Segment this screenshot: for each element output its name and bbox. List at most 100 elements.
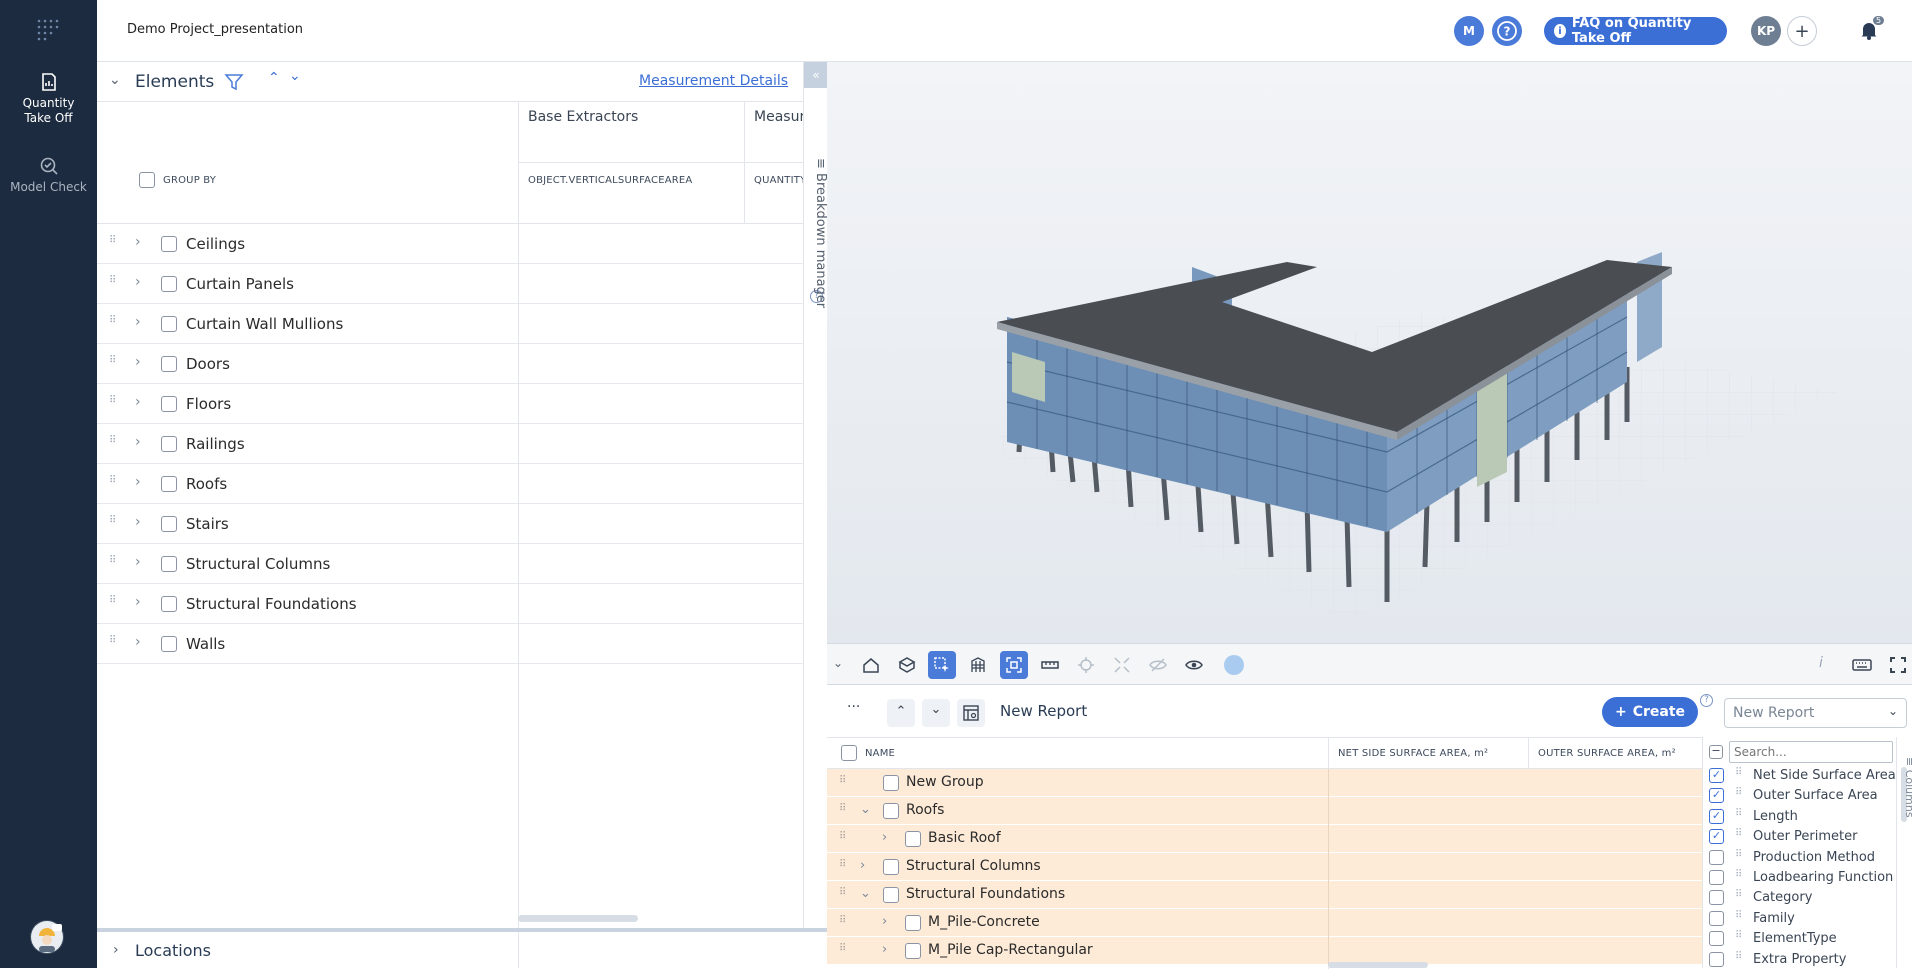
report-row[interactable]: ⠿ ⌄ Structural Foundations — [827, 881, 1702, 909]
view-cube-button[interactable] — [893, 651, 921, 679]
chevron-right-icon[interactable]: › — [135, 234, 141, 250]
measure-button[interactable] — [1036, 651, 1064, 679]
keyboard-button[interactable] — [1848, 651, 1876, 679]
expand-all-icon[interactable]: ⌄ — [289, 68, 301, 84]
column-option[interactable]: ✓ ⠿ Outer Surface Area — [1703, 786, 1903, 806]
column-option[interactable]: ⠿ Loadbearing Function — [1703, 868, 1903, 888]
report-select[interactable]: New Report ⌄ — [1724, 698, 1907, 728]
column-title[interactable]: Measur — [754, 109, 803, 125]
chevron-right-icon[interactable]: › — [135, 434, 141, 450]
chevron-right-icon[interactable]: › — [135, 314, 141, 330]
element-row[interactable]: ⠿ › Roofs — [97, 464, 803, 504]
column-option[interactable]: ✓ ⠿ Outer Perimeter — [1703, 827, 1903, 847]
element-row[interactable]: ⠿ › Structural Foundations — [97, 584, 803, 624]
column-option-checkbox[interactable] — [1709, 849, 1724, 865]
column-option-checkbox[interactable] — [1709, 890, 1724, 906]
chevron-right-icon[interactable]: › — [135, 554, 141, 570]
expand-all-button[interactable]: ⌄ — [922, 699, 950, 727]
horizontal-scrollbar[interactable] — [1328, 962, 1428, 968]
column-option[interactable]: ⠿ Category — [1703, 888, 1903, 908]
element-row[interactable]: ⠿ › Doors — [97, 344, 803, 384]
drag-handle-icon[interactable]: ⠿ — [109, 436, 121, 448]
hide-button[interactable] — [1144, 651, 1172, 679]
drag-handle-icon[interactable]: ⠿ — [1735, 829, 1743, 839]
notifications-button[interactable]: 5 — [1859, 16, 1885, 44]
columns-search-input[interactable] — [1729, 741, 1893, 763]
row-checkbox[interactable] — [161, 636, 177, 652]
project-title[interactable]: Demo Project_presentation — [127, 22, 303, 37]
chevron-right-icon[interactable]: › — [135, 354, 141, 370]
drag-handle-icon[interactable]: ⠿ — [109, 596, 121, 608]
column-header-outer-surface[interactable]: OUTER SURFACE AREA, m² — [1538, 748, 1676, 759]
column-option[interactable]: ⠿ ElementType — [1703, 929, 1903, 949]
chevron-right-icon[interactable]: › — [860, 858, 865, 873]
row-checkbox[interactable] — [161, 236, 177, 252]
row-checkbox[interactable] — [161, 596, 177, 612]
drag-handle-icon[interactable]: ⠿ — [1735, 808, 1743, 818]
fit-view-button[interactable] — [1000, 651, 1028, 679]
measurement-details-link[interactable]: Measurement Details — [639, 73, 788, 89]
user-m-avatar[interactable]: M — [1454, 16, 1484, 46]
row-checkbox[interactable] — [161, 436, 177, 452]
select-all-checkbox[interactable] — [841, 745, 857, 761]
drag-handle-icon[interactable]: ⠿ — [1735, 951, 1743, 961]
row-checkbox[interactable] — [161, 476, 177, 492]
explode-button[interactable] — [1108, 651, 1136, 679]
column-option-checkbox[interactable]: ✓ — [1709, 808, 1724, 824]
select-box-button[interactable] — [928, 651, 956, 679]
drag-handle-icon[interactable]: ⠿ — [1735, 849, 1743, 859]
columns-select-all-checkbox[interactable]: − — [1709, 745, 1723, 759]
drag-handle-icon[interactable]: ⠿ — [1735, 890, 1743, 900]
chevron-right-icon[interactable]: › — [135, 634, 141, 650]
drag-handle-icon[interactable]: ⠿ — [109, 476, 121, 488]
column-option-checkbox[interactable] — [1709, 931, 1724, 947]
drag-handle-icon[interactable]: ⠿ — [839, 860, 847, 870]
select-all-checkbox[interactable] — [139, 172, 155, 188]
show-button[interactable] — [1180, 651, 1208, 679]
report-row[interactable]: ⠿ ⌄ Roofs — [827, 797, 1702, 825]
add-user-button[interactable]: + — [1787, 16, 1817, 46]
info-italic-icon[interactable]: i — [1819, 655, 1823, 671]
drag-handle-icon[interactable]: ⠿ — [109, 516, 121, 528]
chevron-down-icon[interactable]: ⌄ — [860, 886, 871, 901]
report-row[interactable]: ⠿ › Basic Roof — [827, 825, 1702, 853]
more-menu-button[interactable]: ··· — [847, 699, 860, 715]
row-checkbox[interactable] — [905, 943, 921, 959]
create-button[interactable]: + Create — [1602, 697, 1698, 727]
element-row[interactable]: ⠿ › Walls — [97, 624, 803, 664]
collapse-all-button[interactable]: ⌃ — [887, 699, 915, 727]
sidebar-item-model-check[interactable]: Model Check — [0, 156, 97, 195]
row-checkbox[interactable] — [883, 859, 899, 875]
drag-handle-icon[interactable]: ⠿ — [109, 396, 121, 408]
column-option[interactable]: ✓ ⠿ Length — [1703, 807, 1903, 827]
color-picker-button[interactable] — [1224, 655, 1244, 675]
chevron-right-icon[interactable]: › — [135, 594, 141, 610]
row-checkbox[interactable] — [905, 915, 921, 931]
column-option-checkbox[interactable] — [1709, 951, 1724, 967]
collapse-all-icon[interactable]: ⌃ — [268, 70, 280, 86]
drag-handle-icon[interactable]: ⠿ — [839, 944, 847, 954]
column-option-checkbox[interactable]: ✓ — [1709, 829, 1724, 845]
model-viewer[interactable] — [827, 62, 1912, 643]
element-row[interactable]: ⠿ › Stairs — [97, 504, 803, 544]
chevron-right-icon[interactable]: › — [135, 514, 141, 530]
column-option[interactable]: ⠿ Family — [1703, 909, 1903, 929]
app-logo-icon[interactable] — [36, 18, 60, 42]
collapse-toolbar-icon[interactable]: ⌄ — [833, 656, 843, 670]
drag-handle-icon[interactable]: ⠿ — [839, 832, 847, 842]
building-model[interactable] — [827, 62, 1912, 643]
faq-button[interactable]: i FAQ on Quantity Take Off — [1544, 16, 1727, 46]
report-row[interactable]: ⠿ › M_Pile Cap-Rectangular — [827, 937, 1702, 965]
drag-handle-icon[interactable]: ⠿ — [109, 556, 121, 568]
drag-handle-icon[interactable]: ⠿ — [839, 804, 847, 814]
chevron-right-icon[interactable]: › — [135, 474, 141, 490]
report-row[interactable]: ⠿ New Group — [827, 769, 1702, 797]
row-checkbox[interactable] — [883, 887, 899, 903]
drag-handle-icon[interactable]: ⠿ — [109, 636, 121, 648]
row-checkbox[interactable] — [161, 316, 177, 332]
row-checkbox[interactable] — [905, 831, 921, 847]
help-icon[interactable]: ? — [1492, 16, 1522, 46]
row-checkbox[interactable] — [161, 556, 177, 572]
report-settings-button[interactable] — [957, 699, 985, 727]
drag-handle-icon[interactable]: ⠿ — [839, 888, 847, 898]
